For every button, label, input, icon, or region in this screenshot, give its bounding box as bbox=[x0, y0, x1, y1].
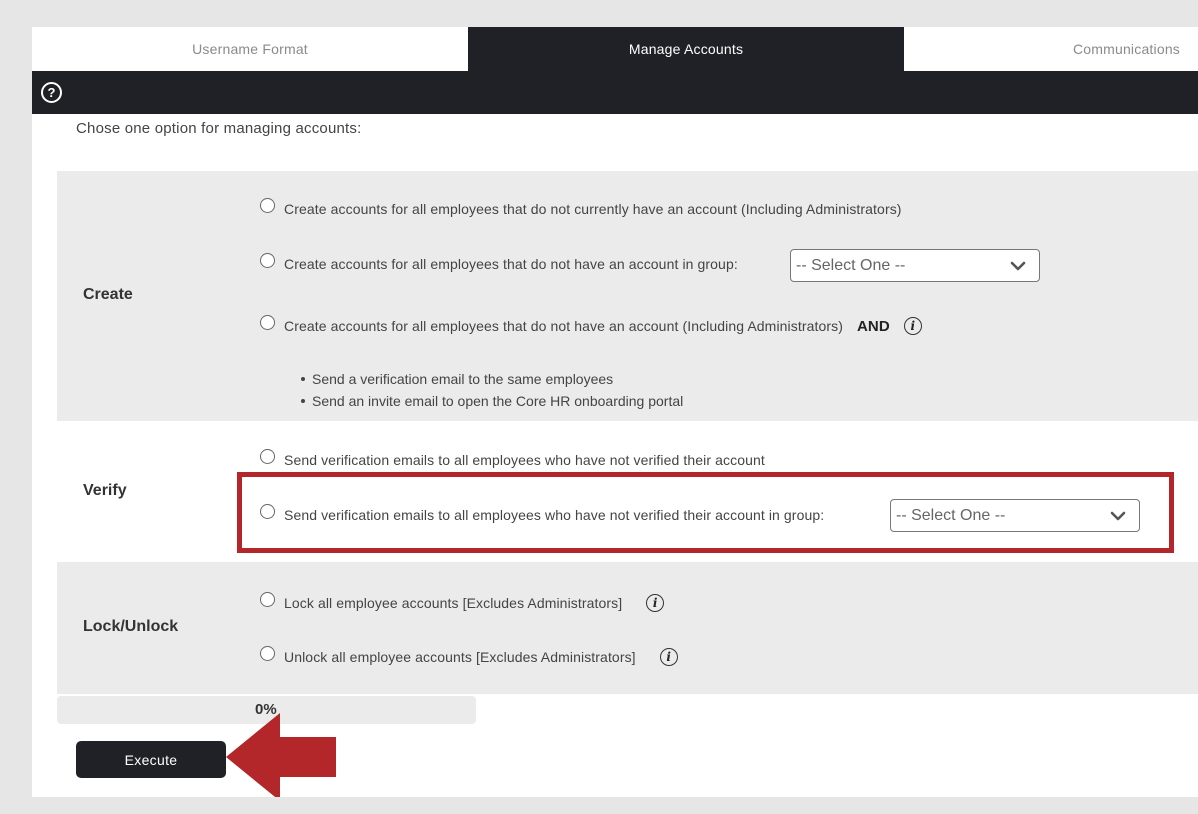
and-label: AND bbox=[857, 317, 890, 335]
execute-button[interactable]: Execute bbox=[76, 741, 226, 778]
lock-option: Lock all employee accounts [Excludes Adm… bbox=[260, 591, 665, 612]
create-all-radio[interactable] bbox=[260, 197, 275, 213]
question-circle-icon[interactable]: ? bbox=[41, 82, 62, 103]
tab-username-format[interactable]: Username Format bbox=[32, 27, 468, 71]
create-section: Create Create accounts for all employees… bbox=[57, 171, 1198, 421]
create-and-invite-radio[interactable] bbox=[260, 314, 275, 330]
create-group-radio[interactable] bbox=[260, 252, 275, 268]
verify-all-radio[interactable] bbox=[260, 448, 275, 464]
highlight-box bbox=[237, 472, 1174, 553]
help-bar: ? bbox=[32, 71, 1198, 114]
tab-communications[interactable]: Communications bbox=[904, 27, 1198, 71]
create-and-invite-text: Create accounts for all employees that d… bbox=[284, 318, 843, 334]
unlock-option: Unlock all employee accounts [Excludes A… bbox=[260, 645, 678, 666]
create-and-invite-bullets: Send a verification email to the same em… bbox=[300, 368, 683, 412]
bullet-verification-email: Send a verification email to the same em… bbox=[300, 368, 683, 390]
verify-option-all: Send verification emails to all employee… bbox=[260, 448, 765, 468]
lock-text: Lock all employee accounts [Excludes Adm… bbox=[284, 595, 623, 611]
create-label: Create bbox=[83, 286, 133, 303]
create-option-and-invite: Create accounts for all employees that d… bbox=[260, 314, 922, 335]
lock-unlock-section: Lock/Unlock Lock all employee accounts [… bbox=[57, 562, 1198, 694]
intro-text: Chose one option for managing accounts: bbox=[76, 120, 362, 137]
unlock-text: Unlock all employee accounts [Excludes A… bbox=[284, 649, 636, 665]
create-option-group: Create accounts for all employees that d… bbox=[260, 252, 738, 272]
tab-manage-accounts[interactable]: Manage Accounts bbox=[468, 27, 904, 71]
info-icon[interactable]: i bbox=[903, 317, 922, 335]
verify-all-text: Send verification emails to all employee… bbox=[284, 452, 765, 468]
tab-bar: Username Format Manage Accounts Communic… bbox=[32, 27, 1198, 71]
create-group-text: Create accounts for all employees that d… bbox=[284, 256, 738, 272]
info-icon[interactable]: i bbox=[646, 594, 665, 612]
manage-accounts-panel: Username Format Manage Accounts Communic… bbox=[32, 27, 1198, 797]
verify-label: Verify bbox=[83, 482, 127, 499]
create-group-select[interactable]: -- Select One -- bbox=[790, 249, 1040, 282]
create-option-all: Create accounts for all employees that d… bbox=[260, 197, 902, 217]
create-group-select-value: -- Select One -- bbox=[796, 256, 906, 274]
red-arrow-annotation bbox=[226, 713, 336, 797]
create-all-text: Create accounts for all employees that d… bbox=[284, 201, 902, 217]
lock-radio[interactable] bbox=[260, 591, 275, 607]
bullet-invite-email: Send an invite email to open the Core HR… bbox=[300, 390, 683, 412]
chevron-down-icon bbox=[1010, 261, 1026, 271]
lock-unlock-label: Lock/Unlock bbox=[83, 618, 179, 635]
info-icon[interactable]: i bbox=[659, 648, 678, 666]
unlock-radio[interactable] bbox=[260, 645, 275, 661]
